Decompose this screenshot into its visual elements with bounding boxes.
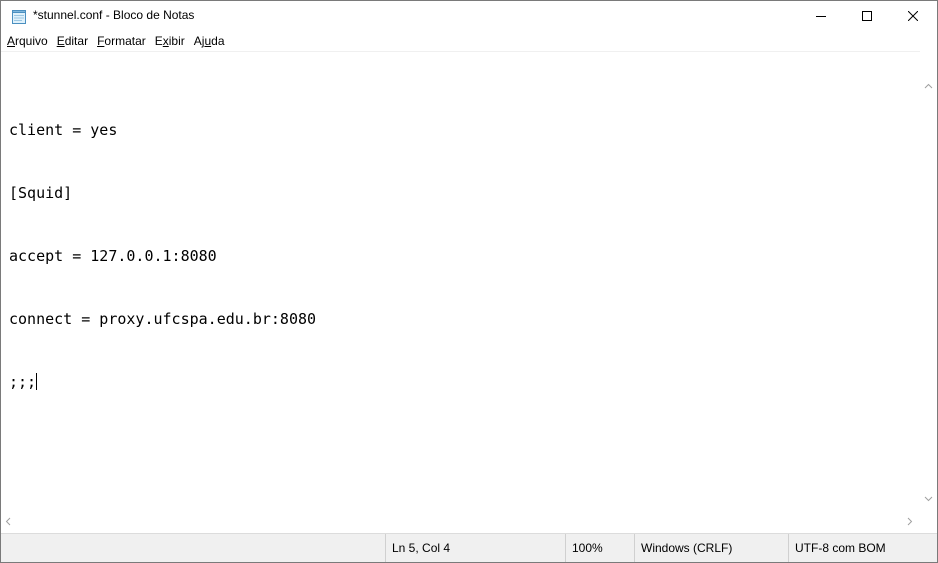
menu-formatar[interactable]: Formatar	[95, 32, 152, 50]
status-cursor-position: Ln 5, Col 4	[385, 534, 565, 562]
editor-line: [Squid]	[9, 184, 73, 202]
menu-editar[interactable]: Editar	[55, 32, 94, 50]
menu-bar: Arquivo Editar Formatar Exibir Ajuda	[1, 31, 937, 51]
minimize-icon	[816, 16, 826, 17]
menu-arquivo[interactable]: Arquivo	[5, 32, 54, 50]
editor-line-current: ;;;	[9, 372, 316, 393]
horizontal-scrollbar[interactable]	[1, 510, 920, 533]
title-bar[interactable]: *stunnel.conf - Bloco de Notas	[1, 1, 937, 31]
vertical-scrollbar[interactable]	[920, 51, 937, 510]
maximize-icon	[862, 11, 872, 21]
editor-line: client = yes	[9, 121, 118, 139]
window-title: *stunnel.conf - Bloco de Notas	[33, 8, 195, 22]
scroll-left-icon[interactable]	[5, 517, 11, 526]
menu-exibir[interactable]: Exibir	[153, 32, 191, 50]
editor-line-text: ;;;	[9, 373, 37, 391]
editor-line: connect = proxy.ufcspa.edu.br:8080	[9, 310, 317, 328]
status-zoom: 100%	[565, 534, 634, 562]
status-encoding: UTF-8 com BOM	[788, 534, 937, 562]
close-button[interactable]	[890, 1, 936, 31]
maximize-button[interactable]	[844, 1, 890, 31]
status-bar: Ln 5, Col 4 100% Windows (CRLF) UTF-8 co…	[1, 533, 937, 562]
scroll-up-icon[interactable]	[924, 83, 933, 89]
editor-line: accept = 127.0.0.1:8080	[9, 247, 217, 265]
status-line-ending: Windows (CRLF)	[634, 534, 788, 562]
scroll-right-icon[interactable]	[907, 517, 913, 526]
menu-ajuda[interactable]: Ajuda	[192, 32, 231, 50]
editor-content[interactable]: client = yes [Squid] accept = 127.0.0.1:…	[9, 78, 316, 435]
minimize-button[interactable]	[798, 1, 844, 31]
close-icon	[908, 11, 918, 21]
scroll-down-icon[interactable]	[924, 496, 933, 502]
scrollbar-corner	[920, 510, 937, 533]
text-caret	[36, 373, 38, 390]
notepad-window: *stunnel.conf - Bloco de Notas Arquivo E…	[0, 0, 938, 563]
notepad-icon[interactable]	[11, 9, 27, 25]
text-editor[interactable]: client = yes [Squid] accept = 127.0.0.1:…	[1, 51, 920, 511]
